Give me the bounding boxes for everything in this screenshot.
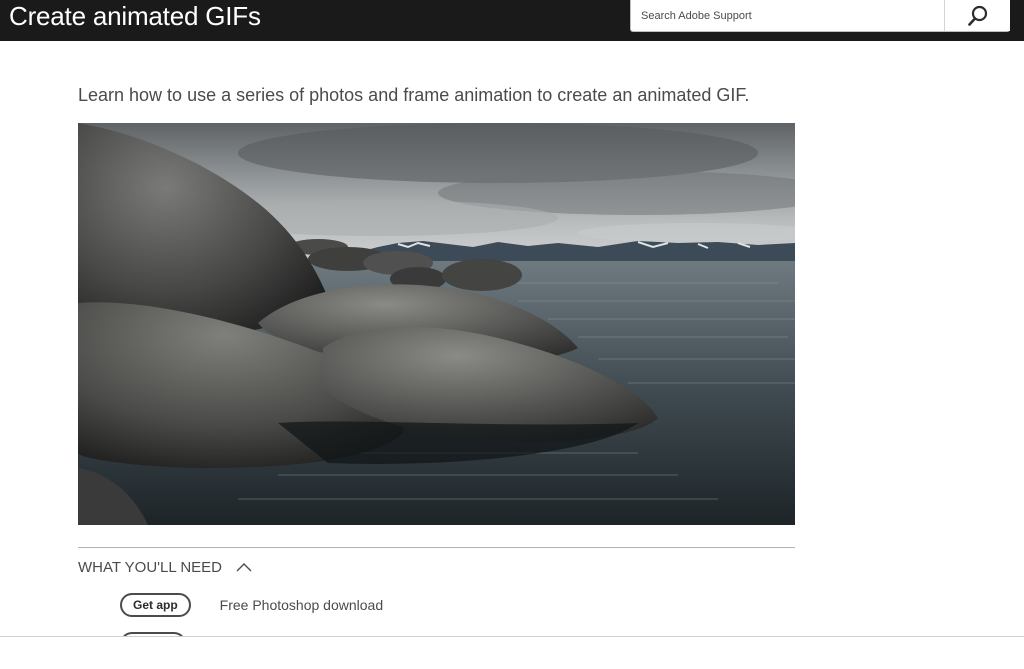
landscape-photo — [78, 123, 795, 525]
search-icon — [967, 5, 989, 27]
hero-image — [78, 123, 795, 525]
get-app-button[interactable]: Get app — [120, 593, 191, 617]
intro-text: Learn how to use a series of photos and … — [78, 85, 750, 105]
top-bar: Create animated GIFs — [0, 0, 1024, 41]
search-button[interactable] — [944, 0, 1010, 31]
page-title: Create animated GIFs — [9, 1, 261, 31]
search-input[interactable] — [631, 0, 944, 31]
what-you-need-toggle[interactable]: WHAT YOU'LL NEED — [78, 556, 252, 578]
search-box — [630, 0, 1010, 32]
what-you-need-label: WHAT YOU'LL NEED — [78, 558, 223, 576]
chevron-up-icon — [236, 562, 252, 572]
bottom-bar — [0, 637, 1024, 669]
section-divider — [78, 547, 795, 548]
need-item: Get app Free Photoshop download — [120, 592, 383, 618]
need-item-text: Free Photoshop download — [219, 597, 384, 613]
